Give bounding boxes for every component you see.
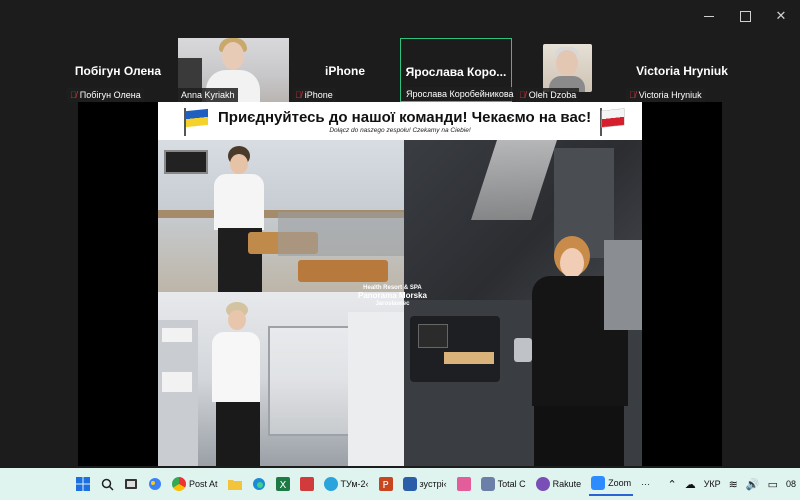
excel-icon[interactable]: X — [274, 475, 292, 493]
search-icon[interactable] — [98, 475, 116, 493]
participant-display-name: iPhone — [324, 64, 365, 78]
participant-display-name: Ярослава Коро... — [405, 65, 507, 79]
word-icon — [402, 477, 417, 491]
participant-name: Ярослава Коробейникова — [406, 89, 514, 99]
svg-text:P: P — [382, 480, 388, 491]
poster-header: Приєднуйтесь до нашої команди! Чекаємо н… — [158, 102, 642, 140]
participant-strip: Побігун Олена 🎙̸ Побігун Олена Anna Kyri… — [62, 38, 738, 102]
participant-tile-video[interactable]: 🎙̸ Oleh Dzoba — [514, 38, 624, 102]
resort-logo: Health Resort & SPA Panorama Morska Jaro… — [358, 285, 427, 307]
chrome-icon — [172, 477, 186, 491]
file-explorer-icon[interactable] — [226, 475, 244, 493]
app-red-icon[interactable] — [298, 475, 316, 493]
mic-muted-icon: 🎙̸ — [295, 90, 302, 100]
participant-name: Victoria Hryniuk — [638, 90, 702, 100]
participant-name-tag: 🎙̸ iPhone — [292, 88, 336, 102]
photo-buffet-waiter — [158, 140, 404, 292]
participant-tile-active-speaker[interactable]: Ярослава Коро... Ярослава Коробейникова — [400, 38, 517, 102]
system-tray: ⌃ ☁ УКР ≋ 🔊 ▭ 08 — [667, 468, 800, 500]
windows-taskbar: Post At X ТУм-2‹ P зустрі‹ Total C Rakut… — [0, 468, 800, 500]
participant-name-tag: Anna Kyriakh — [178, 88, 238, 102]
clock-time[interactable]: 08 — [786, 479, 796, 489]
taskbar-app-zoom[interactable]: Zoom — [589, 472, 634, 496]
wifi-icon[interactable]: ≋ — [729, 478, 738, 491]
participant-name-tag: Ярослава Коробейникова — [403, 87, 517, 101]
windows-start-icon[interactable] — [74, 475, 92, 493]
taskbar-app-rakuten[interactable]: Rakute — [534, 472, 584, 496]
powerpoint-icon[interactable]: P — [377, 475, 395, 493]
taskbar-app-chrome[interactable]: Post At — [170, 472, 220, 496]
language-indicator[interactable]: УКР — [704, 479, 721, 489]
onedrive-icon[interactable]: ☁ — [685, 478, 696, 491]
participant-tile[interactable]: Побігун Олена 🎙̸ Побігун Олена — [62, 38, 174, 102]
participant-name: Побігун Олена — [79, 90, 141, 100]
close-icon[interactable]: ✕ — [774, 9, 788, 23]
zoom-icon — [591, 476, 606, 490]
task-view-icon[interactable] — [122, 475, 140, 493]
total-commander-icon — [480, 477, 495, 491]
taskbar-apps: Post At X ТУм-2‹ P зустрі‹ Total C Rakut… — [74, 468, 652, 500]
zoom-window: ✕ Побігун Олена 🎙̸ Побігун Олена Anna Ky… — [0, 0, 800, 500]
chevron-up-icon[interactable]: ⌃ — [667, 478, 676, 491]
participant-name: Oleh Dzoba — [528, 90, 577, 100]
participant-name-tag: 🎙̸ Victoria Hryniuk — [626, 88, 705, 102]
poster-subline: Dołącz do naszego zespołu! Czekamy na Ci… — [329, 127, 471, 134]
participant-display-name: Victoria Hryniuk — [636, 64, 728, 78]
poster-headline: Приєднуйтесь до нашої команди! Чекаємо н… — [218, 109, 592, 126]
photo-dish-station — [158, 292, 404, 466]
svg-text:X: X — [279, 480, 286, 491]
photo-waffle-cook — [404, 140, 642, 466]
taskbar-app-word[interactable]: зустрі‹ — [401, 472, 449, 496]
participant-tile[interactable]: iPhone 🎙̸ iPhone — [290, 38, 400, 102]
participant-video — [543, 44, 592, 92]
widgets-icon[interactable] — [146, 475, 164, 493]
participant-name: iPhone — [304, 90, 333, 100]
participant-tile-video[interactable]: Anna Kyriakh — [178, 38, 289, 102]
participant-name-tag: 🎙̸ Побігун Олена — [67, 88, 144, 102]
participant-name: Anna Kyriakh — [181, 90, 235, 100]
recruitment-poster: Приєднуйтесь до нашої команди! Чекаємо н… — [158, 102, 642, 466]
edge-icon[interactable] — [250, 475, 268, 493]
taskbar-overflow-button[interactable]: ··· — [639, 472, 652, 496]
battery-icon[interactable]: ▭ — [768, 478, 778, 491]
mic-muted-icon: 🎙̸ — [629, 90, 636, 100]
poland-flag-icon — [600, 108, 626, 136]
rakuten-viber-icon — [535, 477, 550, 491]
window-controls: ✕ — [702, 0, 800, 32]
taskbar-app-telegram[interactable]: ТУм-2‹ — [322, 472, 371, 496]
volume-icon[interactable]: 🔊 — [746, 478, 760, 491]
telegram-icon — [323, 477, 338, 491]
maximize-icon[interactable] — [738, 9, 752, 23]
participant-name-tag: 🎙̸ Oleh Dzoba — [516, 88, 580, 102]
app-pink-icon[interactable] — [455, 475, 473, 493]
mic-muted-icon: 🎙̸ — [519, 90, 526, 100]
shared-screen: Приєднуйтесь до нашої команди! Чекаємо н… — [78, 102, 722, 466]
participant-tile[interactable]: Victoria Hryniuk 🎙̸ Victoria Hryniuk — [626, 38, 738, 102]
ukraine-flag-icon — [184, 108, 210, 136]
minimize-icon[interactable] — [702, 9, 716, 23]
participant-display-name: Побігун Олена — [74, 64, 162, 78]
mic-muted-icon: 🎙̸ — [70, 90, 77, 100]
taskbar-app-total-commander[interactable]: Total C — [479, 472, 528, 496]
